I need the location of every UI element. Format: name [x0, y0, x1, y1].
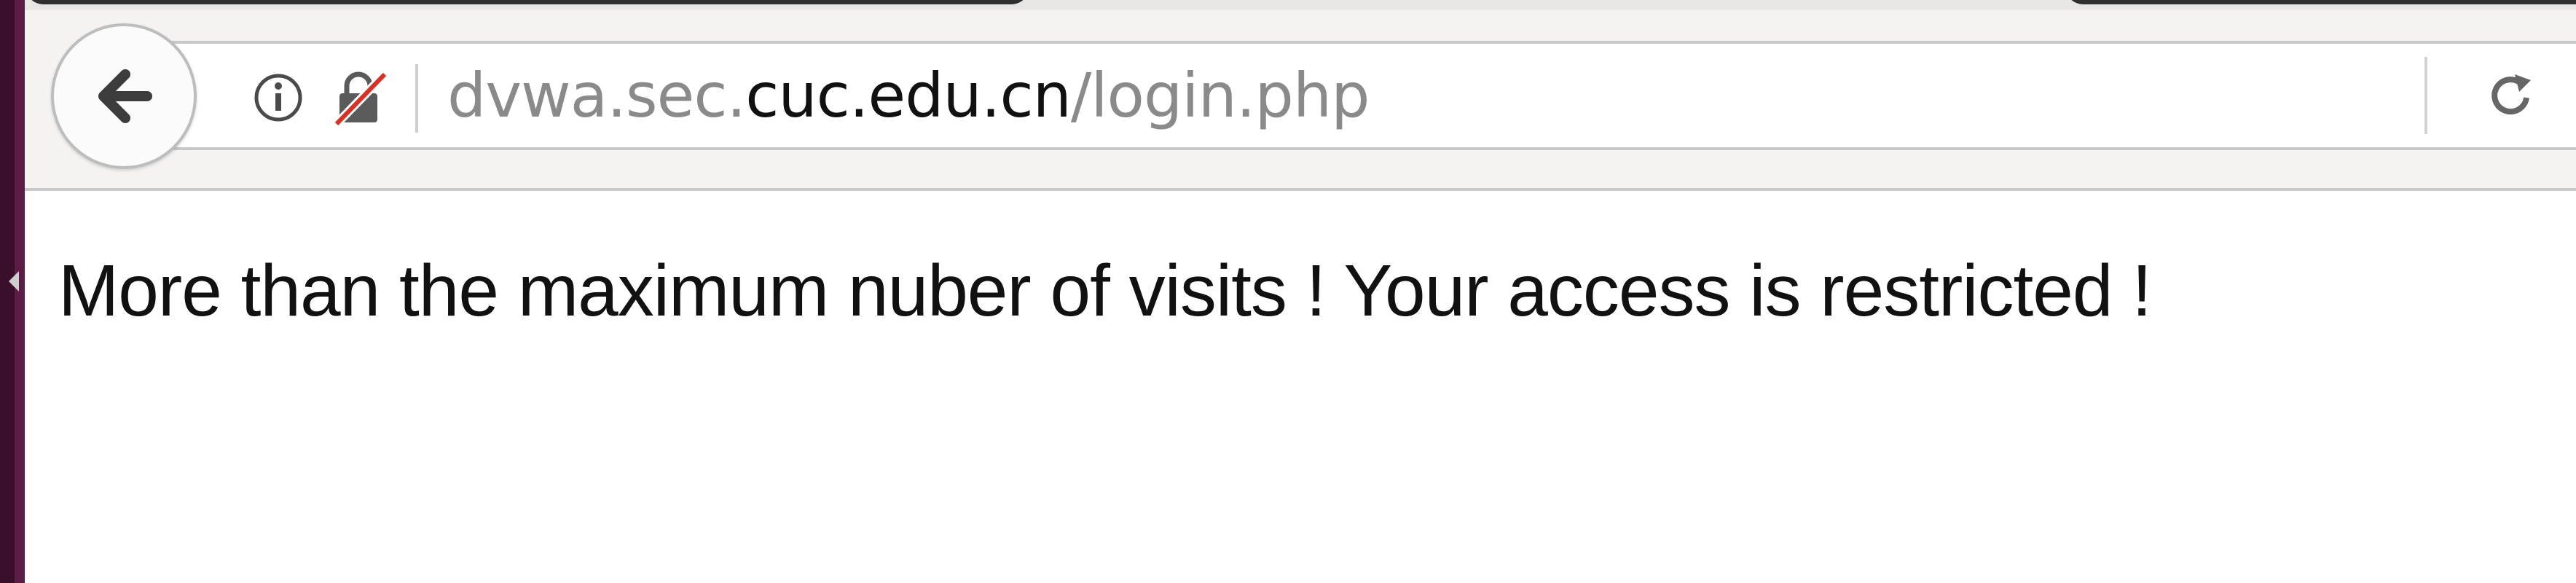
- reload-button[interactable]: [2475, 60, 2548, 133]
- back-button[interactable]: [51, 23, 197, 169]
- sidebar-collapse-handle[interactable]: [9, 271, 19, 292]
- reload-icon: [2491, 74, 2531, 115]
- tab-background-left: [25, 0, 1030, 4]
- info-icon[interactable]: [251, 70, 306, 125]
- back-arrow-icon: [98, 69, 152, 123]
- window-edge: [0, 0, 25, 583]
- url-prefix: dvwa.sec.: [447, 60, 746, 131]
- page-content: More than the maximum nuber of visits ! …: [25, 194, 2576, 583]
- url-bar-separator: [415, 64, 418, 133]
- insecure-connection-icon[interactable]: [328, 66, 393, 131]
- reload-separator: [2424, 57, 2427, 134]
- url-host: cuc.edu.cn: [745, 60, 1072, 131]
- url-bar[interactable]: dvwa.sec. cuc.edu.cn/login.php: [156, 41, 2576, 150]
- url-text[interactable]: dvwa.sec. cuc.edu.cn/login.php: [447, 44, 1370, 147]
- browser-toolbar: dvwa.sec. cuc.edu.cn/login.php: [25, 0, 2576, 191]
- window-edge-inner: [15, 0, 25, 583]
- url-path: /login.php: [1070, 60, 1370, 131]
- tab-background-right: [2065, 0, 2576, 4]
- restriction-message: More than the maximum nuber of visits ! …: [58, 250, 2152, 332]
- tab-strip: [25, 0, 2576, 10]
